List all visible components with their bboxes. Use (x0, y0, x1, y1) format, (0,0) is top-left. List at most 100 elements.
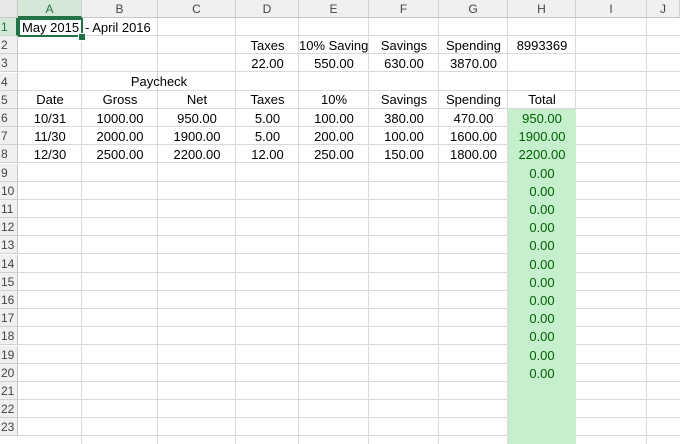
row-header[interactable]: 23 (0, 418, 18, 436)
row-gridline (18, 199, 680, 200)
fill-handle[interactable] (78, 33, 86, 41)
header-spending[interactable]: Spending (439, 91, 508, 109)
cell-gross[interactable]: 1000.00 (82, 110, 158, 128)
cell-selection-box (18, 18, 83, 37)
row-gridline (18, 290, 680, 291)
column-header[interactable]: G (439, 0, 508, 18)
column-header[interactable]: F (369, 0, 439, 18)
cell-pct[interactable]: 100.00 (299, 110, 369, 128)
cell-total-empty[interactable]: 0.00 (508, 292, 576, 310)
cell-taxes[interactable]: 5.00 (236, 128, 299, 146)
cell-g2[interactable]: Spending (439, 37, 508, 55)
row-header[interactable]: 15 (0, 273, 18, 291)
column-header[interactable]: E (299, 0, 369, 18)
header-10pct[interactable]: 10% (299, 91, 369, 109)
cell-total-empty[interactable]: 0.00 (508, 256, 576, 274)
cell-savings[interactable]: 100.00 (369, 128, 439, 146)
cell-total-empty[interactable]: 0.00 (508, 328, 576, 346)
header-total[interactable]: Total (508, 91, 576, 109)
cell-date[interactable]: 11/30 (18, 128, 82, 146)
cell-date[interactable]: 10/31 (18, 110, 82, 128)
row-header[interactable]: 19 (0, 346, 18, 364)
row-header[interactable]: 16 (0, 291, 18, 309)
header-date[interactable]: Date (18, 91, 82, 109)
column-header[interactable]: C (158, 0, 236, 18)
column-header[interactable]: J (647, 0, 680, 18)
cell-gross[interactable]: 2000.00 (82, 128, 158, 146)
cell-total[interactable]: 950.00 (508, 110, 576, 128)
row-gridline (18, 253, 680, 254)
row-header[interactable]: 4 (0, 73, 18, 91)
cell-spending[interactable]: 1600.00 (439, 128, 508, 146)
cell-net[interactable]: 2200.00 (158, 146, 236, 164)
cell-pct[interactable]: 250.00 (299, 146, 369, 164)
row-header[interactable]: 2 (0, 36, 18, 54)
header-net[interactable]: Net (158, 91, 236, 109)
cell-total-empty[interactable]: 0.00 (508, 183, 576, 201)
cell-total-empty[interactable]: 0.00 (508, 310, 576, 328)
cell-gross[interactable]: 2500.00 (82, 146, 158, 164)
column-header[interactable]: I (576, 0, 647, 18)
row-header[interactable]: 21 (0, 382, 18, 400)
row-header[interactable]: 13 (0, 236, 18, 254)
cell-total-empty[interactable]: 0.00 (508, 365, 576, 383)
cell-savings[interactable]: 380.00 (369, 110, 439, 128)
cell-taxes[interactable]: 5.00 (236, 110, 299, 128)
row-header[interactable]: 9 (0, 164, 18, 182)
cell-g3[interactable]: 3870.00 (439, 55, 508, 73)
cell-taxes[interactable]: 12.00 (236, 146, 299, 164)
cell-spending[interactable]: 470.00 (439, 110, 508, 128)
row-header[interactable]: 10 (0, 182, 18, 200)
cell-total[interactable]: 1900.00 (508, 128, 576, 146)
row-header[interactable]: 6 (0, 109, 18, 127)
row-header[interactable]: 22 (0, 400, 18, 418)
cell-spending[interactable]: 1800.00 (439, 146, 508, 164)
row-header[interactable]: 1 (0, 18, 18, 36)
cell-date[interactable]: 12/30 (18, 146, 82, 164)
cell-e3[interactable]: 550.00 (299, 55, 369, 73)
column-header[interactable]: D (236, 0, 299, 18)
row-header[interactable]: 8 (0, 145, 18, 163)
header-gross[interactable]: Gross (82, 91, 158, 109)
row-gridline (18, 344, 680, 345)
cell-total-empty[interactable]: 0.00 (508, 274, 576, 292)
cell-b1[interactable]: - April 2016 (83, 19, 163, 37)
cell-paycheck-label[interactable]: Paycheck (82, 73, 236, 91)
cell-e2[interactable]: 10% Savings (299, 37, 369, 55)
column-header[interactable]: A (18, 0, 82, 18)
row-header[interactable]: 3 (0, 54, 18, 72)
row-gridline (18, 326, 680, 327)
row-header[interactable]: 7 (0, 127, 18, 145)
cell-savings[interactable]: 150.00 (369, 146, 439, 164)
cell-f3[interactable]: 630.00 (369, 55, 439, 73)
cell-total-empty[interactable]: 0.00 (508, 165, 576, 183)
row-header[interactable]: 18 (0, 327, 18, 345)
row-header[interactable]: 11 (0, 200, 18, 218)
row-header[interactable]: 20 (0, 364, 18, 382)
column-header[interactable]: B (82, 0, 158, 18)
cell-h2[interactable]: 8993369 (508, 37, 576, 55)
cell-f2[interactable]: Savings (369, 37, 439, 55)
cell-d2[interactable]: Taxes (236, 37, 299, 55)
cell-d3[interactable]: 22.00 (236, 55, 299, 73)
column-gridline (646, 18, 647, 444)
row-gridline (18, 217, 680, 218)
cell-total-empty[interactable]: 0.00 (508, 201, 576, 219)
cell-total-empty[interactable]: 0.00 (508, 219, 576, 237)
row-gridline (18, 235, 680, 236)
cell-total[interactable]: 2200.00 (508, 146, 576, 164)
row-header[interactable]: 5 (0, 91, 18, 109)
cell-net[interactable]: 950.00 (158, 110, 236, 128)
cell-pct[interactable]: 200.00 (299, 128, 369, 146)
spreadsheet-grid[interactable]: ABCDEFGHIJ 1 2 3 4 5 6 7 8 9 10 11 12 13 14 15 16 17 18 19… (0, 0, 680, 444)
header-taxes[interactable]: Taxes (236, 91, 299, 109)
row-header[interactable]: 14 (0, 255, 18, 273)
column-header[interactable]: H (508, 0, 576, 18)
cell-total-empty[interactable]: 0.00 (508, 347, 576, 365)
row-header[interactable]: 17 (0, 309, 18, 327)
cell-net[interactable]: 1900.00 (158, 128, 236, 146)
select-all-corner[interactable] (0, 0, 18, 18)
cell-total-empty[interactable]: 0.00 (508, 237, 576, 255)
header-savings[interactable]: Savings (369, 91, 439, 109)
row-header[interactable]: 12 (0, 218, 18, 236)
